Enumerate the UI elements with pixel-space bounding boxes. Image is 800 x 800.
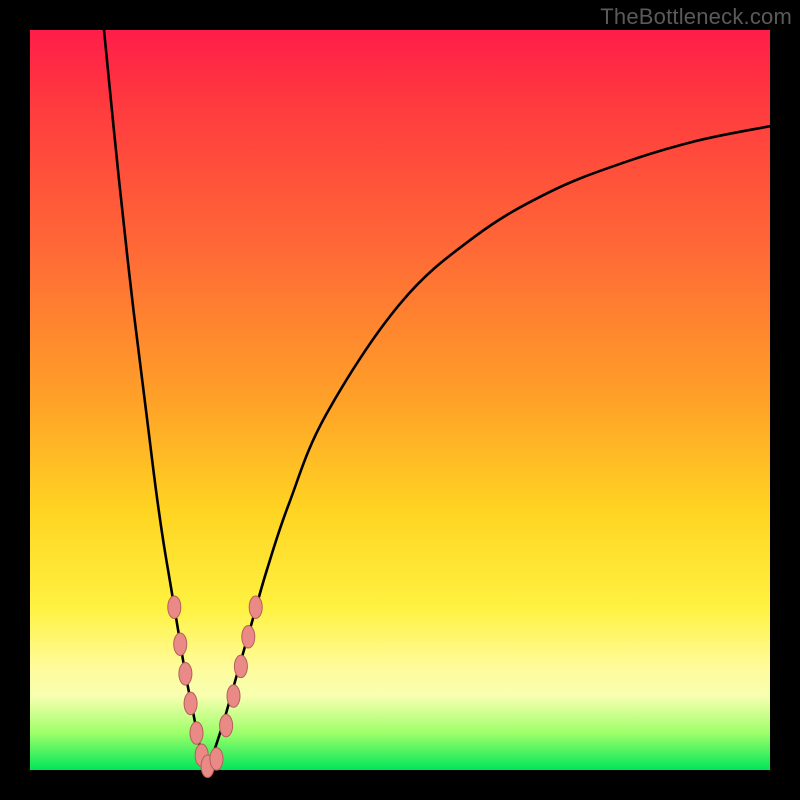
marker-point-8 — [220, 714, 233, 737]
curves-group — [104, 30, 770, 770]
marker-point-9 — [227, 685, 240, 708]
watermark-text: TheBottleneck.com — [600, 4, 792, 30]
marker-point-7 — [210, 748, 223, 771]
plot-area — [30, 30, 770, 770]
marker-point-3 — [184, 692, 197, 715]
markers-group — [168, 596, 262, 778]
marker-point-12 — [249, 596, 262, 619]
curve-right-branch — [208, 126, 770, 770]
marker-point-2 — [179, 663, 192, 686]
marker-point-0 — [168, 596, 181, 619]
curve-left-branch — [104, 30, 208, 770]
marker-point-10 — [234, 655, 247, 678]
marker-point-11 — [242, 626, 255, 649]
chart-frame: TheBottleneck.com — [0, 0, 800, 800]
marker-point-1 — [174, 633, 187, 656]
marker-point-4 — [190, 722, 203, 745]
curves-svg — [30, 30, 770, 770]
